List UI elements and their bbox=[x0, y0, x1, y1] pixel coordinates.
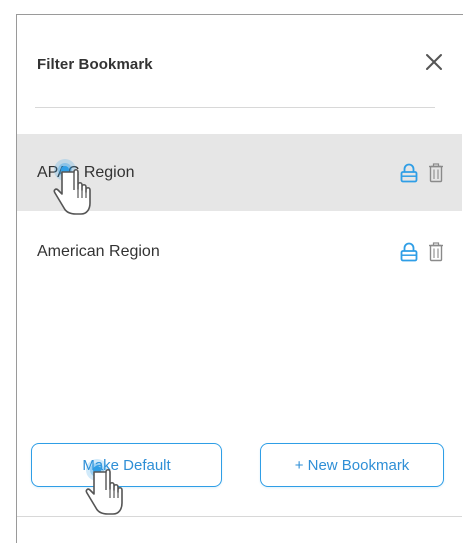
panel-header: Filter Bookmark bbox=[37, 49, 457, 79]
lock-icon bbox=[400, 242, 418, 261]
bookmark-label: American Region bbox=[37, 242, 160, 260]
lock-icon bbox=[400, 163, 418, 182]
close-button[interactable] bbox=[421, 49, 447, 75]
bookmark-row-american-region[interactable]: American Region bbox=[17, 213, 462, 290]
delete-button[interactable] bbox=[426, 161, 446, 185]
close-icon bbox=[426, 54, 442, 70]
delete-button[interactable] bbox=[426, 240, 446, 264]
new-bookmark-button[interactable]: + New Bookmark bbox=[260, 443, 444, 487]
trash-icon bbox=[429, 162, 443, 182]
lock-button[interactable] bbox=[397, 161, 421, 185]
filter-bookmark-panel: Filter Bookmark APAC Region American Reg… bbox=[16, 14, 463, 543]
trash-icon bbox=[429, 241, 443, 261]
footer-divider bbox=[17, 516, 462, 517]
bookmark-row-apac-region[interactable]: APAC Region bbox=[17, 134, 462, 211]
bookmark-label: APAC Region bbox=[37, 163, 135, 181]
header-divider bbox=[35, 107, 435, 108]
make-default-button[interactable]: Make Default bbox=[31, 443, 222, 487]
lock-button[interactable] bbox=[397, 240, 421, 264]
panel-title: Filter Bookmark bbox=[37, 55, 153, 73]
